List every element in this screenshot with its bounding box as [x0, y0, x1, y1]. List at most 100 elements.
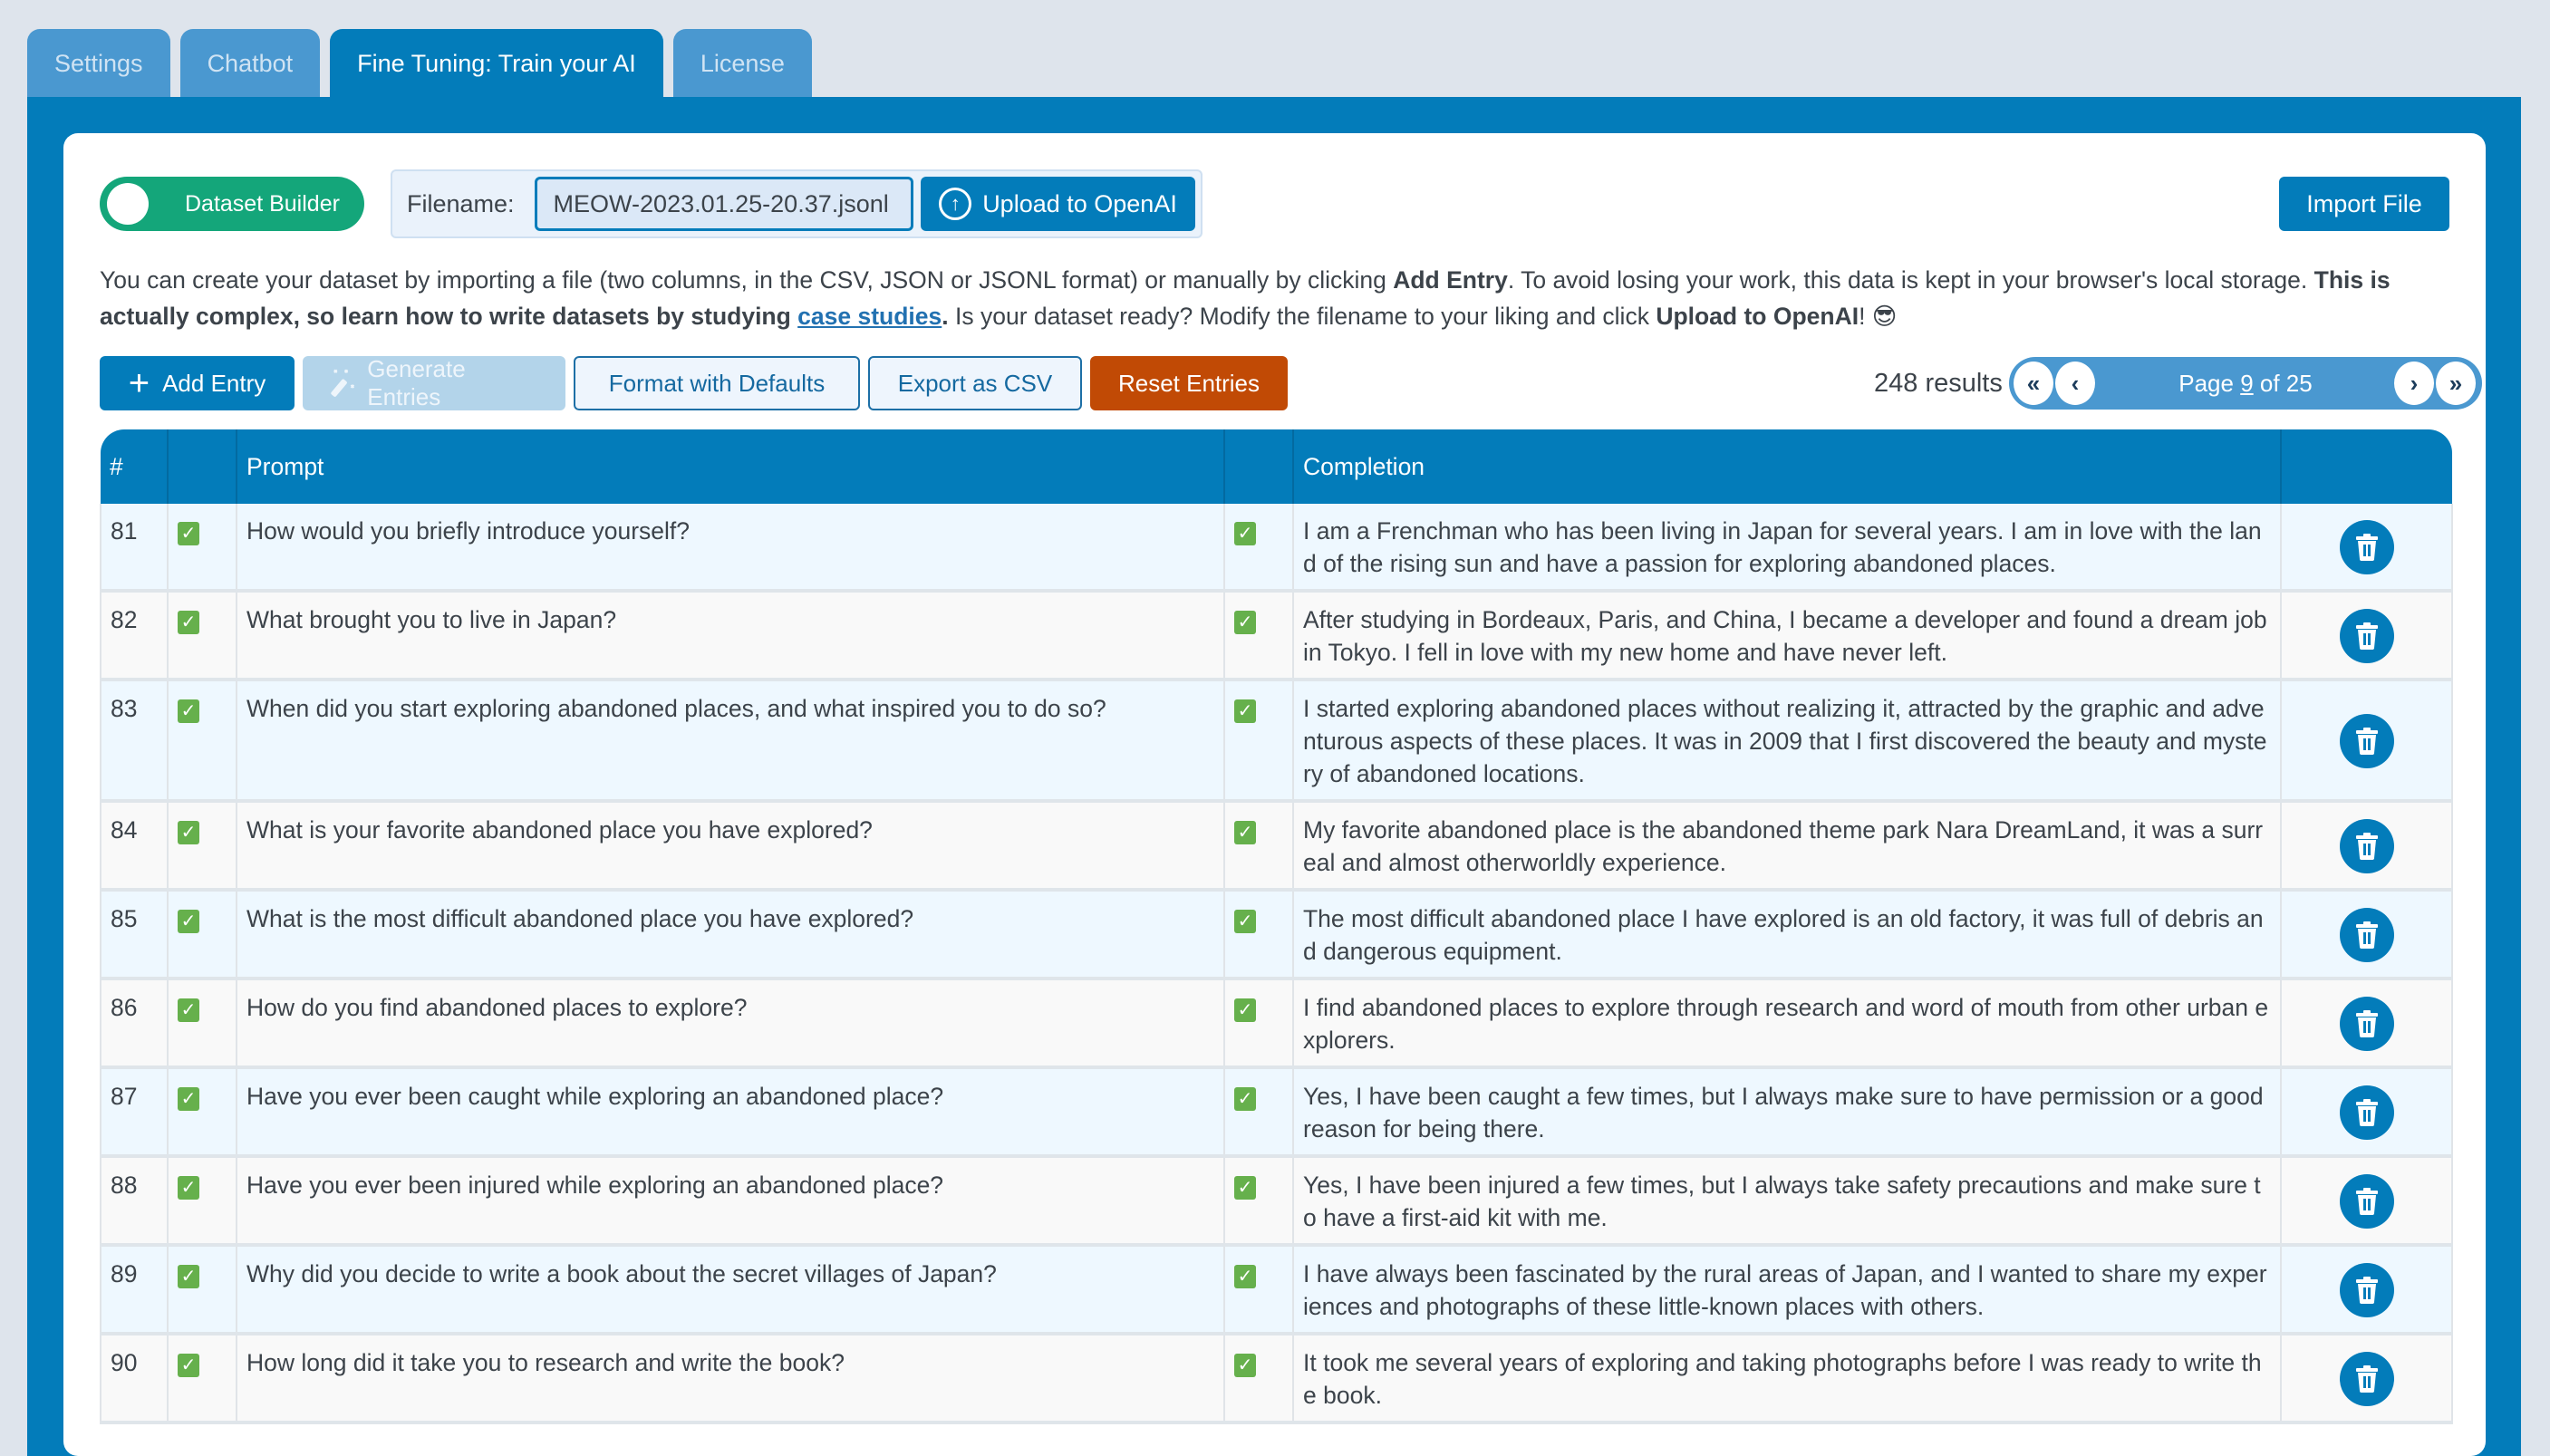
delete-entry-button[interactable]: [2339, 908, 2394, 962]
completion-cell[interactable]: My favorite abandoned place is the aband…: [1293, 801, 2282, 892]
completion-cell[interactable]: I am a Frenchman who has been living in …: [1293, 504, 2282, 593]
completion-cell[interactable]: I find abandoned places to explore throu…: [1293, 979, 2282, 1069]
completion-cell[interactable]: The most difficult abandoned place I hav…: [1293, 890, 2282, 980]
trash-icon: [2355, 833, 2378, 860]
export-csv-button[interactable]: Export as CSV: [868, 356, 1082, 410]
generate-entries-button[interactable]: Generate Entries: [303, 355, 565, 410]
actions-cell: [2281, 890, 2453, 980]
tab-chatbot[interactable]: Chatbot: [179, 29, 321, 98]
delete-entry-button[interactable]: [2339, 520, 2394, 574]
tab-settings[interactable]: Settings: [27, 29, 170, 98]
check-icon: ✓: [1234, 611, 1256, 634]
row-number: 86: [100, 979, 169, 1069]
intro-text-part: ! 😎: [1859, 303, 1898, 330]
prompt-text: When did you start exploring abandoned p…: [246, 695, 1106, 722]
prompt-cell[interactable]: Why did you decide to write a book about…: [237, 1245, 1225, 1335]
completion-cell[interactable]: I have always been fascinated by the rur…: [1293, 1245, 2282, 1335]
format-with-defaults-button[interactable]: Format with Defaults: [574, 356, 860, 410]
prompt-cell[interactable]: Have you ever been caught while explorin…: [237, 1067, 1225, 1158]
current-page[interactable]: 9: [2240, 370, 2253, 397]
table-row[interactable]: 89 ✓ Why did you decide to write a book …: [100, 1245, 2453, 1335]
magic-wand-icon: [331, 369, 355, 397]
prompt-cell[interactable]: Have you ever been injured while explori…: [237, 1156, 1225, 1247]
table-row[interactable]: 85 ✓ What is the most difficult abandone…: [100, 890, 2453, 980]
delete-entry-button[interactable]: [2339, 997, 2394, 1051]
upload-to-openai-button[interactable]: ↑ Upload to OpenAI: [921, 177, 1195, 231]
completion-cell[interactable]: Yes, I have been caught a few times, but…: [1293, 1067, 2282, 1158]
case-studies-link[interactable]: case studies: [797, 303, 942, 330]
prompt-cell[interactable]: How would you briefly introduce yourself…: [237, 504, 1225, 593]
prompt-cell[interactable]: What brought you to live in Japan?: [237, 591, 1225, 681]
table-row[interactable]: 83 ✓ When did you start exploring abando…: [100, 680, 2453, 803]
delete-entry-button[interactable]: [2339, 1174, 2394, 1229]
next-page-button[interactable]: ›: [2394, 362, 2434, 405]
header-prompt: Prompt: [237, 429, 1225, 504]
prompt-check-cell: ✓: [168, 1334, 237, 1424]
check-icon: ✓: [1234, 522, 1256, 545]
completion-check-cell: ✓: [1224, 1156, 1294, 1247]
page-suffix: of 25: [2253, 369, 2313, 397]
delete-entry-button[interactable]: [2339, 819, 2394, 873]
completion-check-cell: ✓: [1224, 1067, 1294, 1158]
completion-cell[interactable]: After studying in Bordeaux, Paris, and C…: [1293, 591, 2282, 681]
prompt-cell[interactable]: How long did it take you to research and…: [237, 1334, 1225, 1424]
prompt-text: Have you ever been caught while explorin…: [246, 1083, 944, 1110]
page-indicator: Page 9 of 25: [2097, 370, 2394, 398]
import-file-button[interactable]: Import File: [2279, 177, 2449, 231]
completion-cell[interactable]: I started exploring abandoned places wit…: [1293, 680, 2282, 803]
content-card: Dataset Builder Filename: ↑ Upload to Op…: [63, 133, 2486, 1456]
completion-cell[interactable]: Yes, I have been injured a few times, bu…: [1293, 1156, 2282, 1247]
filename-input[interactable]: [534, 177, 914, 231]
actions-cell: [2281, 1156, 2453, 1247]
delete-entry-button[interactable]: [2339, 1263, 2394, 1317]
completion-text: Yes, I have been injured a few times, bu…: [1303, 1172, 2261, 1231]
check-icon: ✓: [1234, 699, 1256, 723]
completion-check-cell: ✓: [1224, 890, 1294, 980]
table-row[interactable]: 81 ✓ How would you briefly introduce you…: [100, 504, 2453, 593]
delete-entry-button[interactable]: [2339, 1085, 2394, 1140]
upload-label: Upload to OpenAI: [982, 189, 1177, 217]
row-number-text: 88: [111, 1172, 138, 1199]
table-row[interactable]: 82 ✓ What brought you to live in Japan? …: [100, 591, 2453, 681]
prompt-cell[interactable]: How do you find abandoned places to expl…: [237, 979, 1225, 1069]
prompt-cell[interactable]: When did you start exploring abandoned p…: [237, 680, 1225, 803]
reset-entries-button[interactable]: Reset Entries: [1090, 356, 1288, 410]
trash-icon: [2355, 921, 2378, 949]
table-row[interactable]: 87 ✓ Have you ever been caught while exp…: [100, 1067, 2453, 1158]
first-page-button[interactable]: «: [2014, 362, 2053, 405]
toggle-label: Dataset Builder: [185, 190, 340, 217]
table-row[interactable]: 86 ✓ How do you find abandoned places to…: [100, 979, 2453, 1069]
trash-icon: [2355, 1099, 2378, 1126]
intro-bold-period: .: [942, 303, 949, 330]
delete-entry-button[interactable]: [2339, 714, 2394, 768]
check-icon: ✓: [178, 1087, 199, 1111]
tab-license[interactable]: License: [672, 29, 812, 98]
completion-check-cell: ✓: [1224, 680, 1294, 803]
completion-cell[interactable]: It took me several years of exploring an…: [1293, 1334, 2282, 1424]
completion-check-cell: ✓: [1224, 504, 1294, 593]
last-page-button[interactable]: »: [2436, 362, 2476, 405]
table-row[interactable]: 90 ✓ How long did it take you to researc…: [100, 1334, 2453, 1424]
prompt-cell[interactable]: What is your favorite abandoned place yo…: [237, 801, 1225, 892]
prompt-check-cell: ✓: [168, 890, 237, 980]
delete-entry-button[interactable]: [2339, 1352, 2394, 1406]
action-buttons: + Add Entry Generate Entries Format with…: [100, 355, 1288, 410]
intro-bold-add-entry: Add Entry: [1393, 266, 1508, 294]
row-number-text: 83: [111, 695, 138, 722]
trash-icon: [2355, 534, 2378, 561]
header-num: #: [101, 429, 169, 504]
table-row[interactable]: 84 ✓ What is your favorite abandoned pla…: [100, 801, 2453, 892]
dataset-builder-toggle[interactable]: Dataset Builder: [100, 177, 364, 231]
tab-fine-tuning[interactable]: Fine Tuning: Train your AI: [330, 29, 663, 98]
row-number: 87: [100, 1067, 169, 1158]
delete-entry-button[interactable]: [2339, 609, 2394, 663]
prompt-check-cell: ✓: [168, 1156, 237, 1247]
prompt-cell[interactable]: What is the most difficult abandoned pla…: [237, 890, 1225, 980]
table-row[interactable]: 88 ✓ Have you ever been injured while ex…: [100, 1156, 2453, 1247]
prompt-check-cell: ✓: [168, 801, 237, 892]
prompt-text: What is the most difficult abandoned pla…: [246, 905, 914, 932]
prev-page-button[interactable]: ‹: [2055, 362, 2095, 405]
add-entry-button[interactable]: + Add Entry: [100, 356, 295, 410]
trash-icon: [2355, 1365, 2378, 1393]
completion-text: I am a Frenchman who has been living in …: [1303, 517, 2262, 577]
